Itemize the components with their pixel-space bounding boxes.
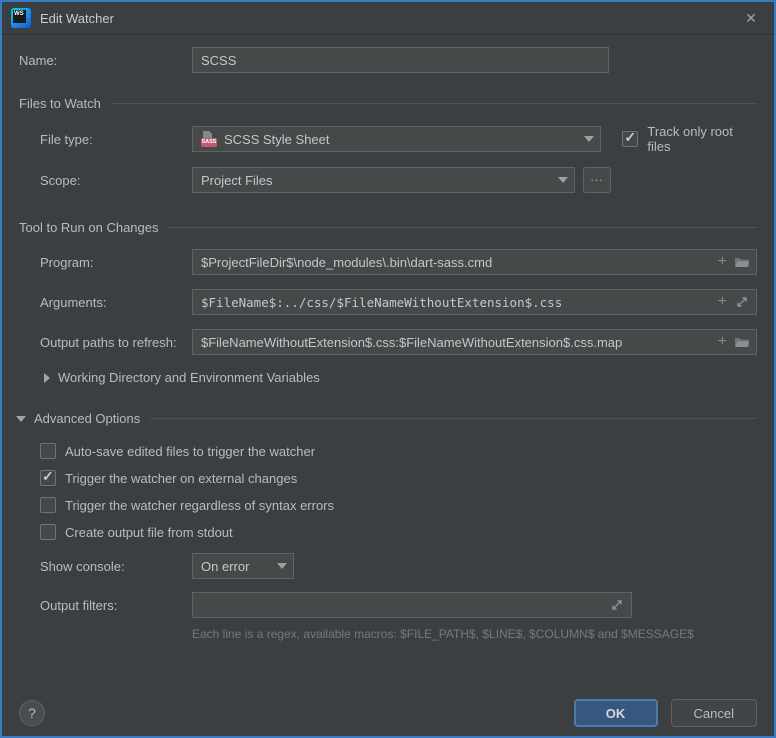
output-filters-input[interactable]: [192, 592, 632, 618]
file-type-row: File type: SASS SCSS Style Sheet ✓ Track…: [19, 124, 757, 154]
insert-macro-icon[interactable]: +: [718, 335, 727, 349]
scss-badge-text: SASS: [201, 138, 217, 147]
section-advanced-options[interactable]: Advanced Options: [16, 411, 757, 426]
show-console-label: Show console:: [40, 559, 192, 574]
external-changes-label: Trigger the watcher on external changes: [65, 471, 297, 486]
track-root-checkbox[interactable]: ✓: [622, 131, 638, 147]
external-changes-checkbox[interactable]: ✓: [40, 470, 56, 486]
help-button[interactable]: ?: [19, 700, 45, 726]
file-type-combobox[interactable]: SASS SCSS Style Sheet: [192, 126, 601, 152]
program-label: Program:: [40, 255, 192, 270]
name-row: Name: SCSS: [19, 47, 757, 73]
section-divider: [111, 103, 757, 104]
program-row: Program: $ProjectFileDir$\node_modules\.…: [19, 249, 757, 275]
dialog-content: Name: SCSS Files to Watch File type: SAS…: [2, 35, 774, 641]
section-tool-to-run: Tool to Run on Changes: [19, 220, 757, 235]
folder-browse-icon[interactable]: [734, 334, 750, 350]
insert-macro-icon[interactable]: +: [718, 255, 727, 269]
working-dir-toggle[interactable]: Working Directory and Environment Variab…: [19, 370, 757, 385]
cancel-button[interactable]: Cancel: [671, 699, 757, 727]
expand-field-icon[interactable]: [734, 294, 750, 310]
chevron-down-icon[interactable]: [558, 177, 568, 183]
syntax-errors-label: Trigger the watcher regardless of syntax…: [65, 498, 334, 513]
syntax-errors-checkbox[interactable]: ✓: [40, 497, 56, 513]
output-filters-label: Output filters:: [40, 598, 192, 613]
section-divider: [150, 418, 757, 419]
output-paths-row: Output paths to refresh: $FileNameWithou…: [19, 329, 757, 355]
chevron-down-icon[interactable]: [584, 136, 594, 142]
chevron-down-icon[interactable]: [277, 563, 287, 569]
insert-macro-icon[interactable]: +: [718, 295, 727, 309]
collapsed-triangle-icon[interactable]: [44, 373, 50, 383]
program-value: $ProjectFileDir$\node_modules\.bin\dart-…: [201, 255, 718, 270]
scope-combobox[interactable]: Project Files: [192, 167, 575, 193]
syntax-errors-checkbox-row[interactable]: ✓ Trigger the watcher regardless of synt…: [19, 497, 757, 513]
name-label: Name:: [19, 53, 192, 68]
checkmark-icon: ✓: [42, 468, 54, 485]
close-icon[interactable]: ✕: [740, 7, 762, 29]
show-console-row: Show console: On error: [19, 553, 757, 579]
dialog-footer: ? OK Cancel: [19, 699, 757, 727]
scope-value: Project Files: [201, 173, 558, 188]
tool-to-run-title: Tool to Run on Changes: [19, 220, 158, 235]
webstorm-logo-icon: WS: [11, 8, 31, 28]
track-root-checkbox-row[interactable]: ✓ Track only root files: [622, 124, 757, 154]
files-to-watch-title: Files to Watch: [19, 96, 101, 111]
program-input[interactable]: $ProjectFileDir$\node_modules\.bin\dart-…: [192, 249, 757, 275]
stdout-checkbox-row[interactable]: ✓ Create output file from stdout: [19, 524, 757, 540]
dialog-title: Edit Watcher: [40, 11, 114, 26]
edit-watcher-dialog: { "titlebar": { "title": "Edit Watcher",…: [0, 0, 776, 738]
expand-field-icon[interactable]: [609, 597, 625, 613]
file-type-label: File type:: [40, 132, 192, 147]
advanced-options-title: Advanced Options: [34, 411, 140, 426]
stdout-label: Create output file from stdout: [65, 525, 233, 540]
webstorm-logo-text: WS: [13, 10, 26, 23]
output-paths-input[interactable]: $FileNameWithoutExtension$.css:$FileName…: [192, 329, 757, 355]
scope-browse-button[interactable]: ...: [583, 167, 611, 193]
show-console-combobox[interactable]: On error: [192, 553, 294, 579]
output-filters-hint: Each line is a regex, available macros: …: [192, 627, 694, 641]
titlebar: WS Edit Watcher ✕: [2, 2, 774, 35]
show-console-value: On error: [201, 559, 277, 574]
autosave-checkbox-row[interactable]: ✓ Auto-save edited files to trigger the …: [19, 443, 757, 459]
folder-browse-icon[interactable]: [734, 254, 750, 270]
scope-row: Scope: Project Files ...: [19, 167, 757, 193]
checkmark-icon: ✓: [624, 129, 636, 146]
section-divider: [168, 227, 757, 228]
arguments-input[interactable]: $FileName$:../css/$FileNameWithoutExtens…: [192, 289, 757, 315]
output-filters-row: Output filters:: [19, 592, 757, 618]
track-root-label: Track only root files: [647, 124, 757, 154]
autosave-checkbox[interactable]: ✓: [40, 443, 56, 459]
output-paths-value: $FileNameWithoutExtension$.css:$FileName…: [201, 335, 718, 350]
arguments-row: Arguments: $FileName$:../css/$FileNameWi…: [19, 289, 757, 315]
external-changes-checkbox-row[interactable]: ✓ Trigger the watcher on external change…: [19, 470, 757, 486]
name-value: SCSS: [201, 53, 602, 68]
working-dir-toggle-label: Working Directory and Environment Variab…: [58, 370, 320, 385]
section-files-to-watch: Files to Watch: [19, 96, 757, 111]
stdout-checkbox[interactable]: ✓: [40, 524, 56, 540]
autosave-label: Auto-save edited files to trigger the wa…: [65, 444, 315, 459]
output-filters-hint-row: Each line is a regex, available macros: …: [19, 627, 757, 641]
ok-button[interactable]: OK: [574, 699, 658, 727]
expanded-triangle-icon[interactable]: [16, 416, 26, 422]
output-paths-label: Output paths to refresh:: [40, 335, 192, 350]
scope-label: Scope:: [40, 173, 192, 188]
arguments-value: $FileName$:../css/$FileNameWithoutExtens…: [201, 295, 718, 310]
name-input[interactable]: SCSS: [192, 47, 609, 73]
scss-filetype-icon: SASS: [201, 131, 217, 147]
arguments-label: Arguments:: [40, 295, 192, 310]
file-type-value: SCSS Style Sheet: [224, 132, 584, 147]
